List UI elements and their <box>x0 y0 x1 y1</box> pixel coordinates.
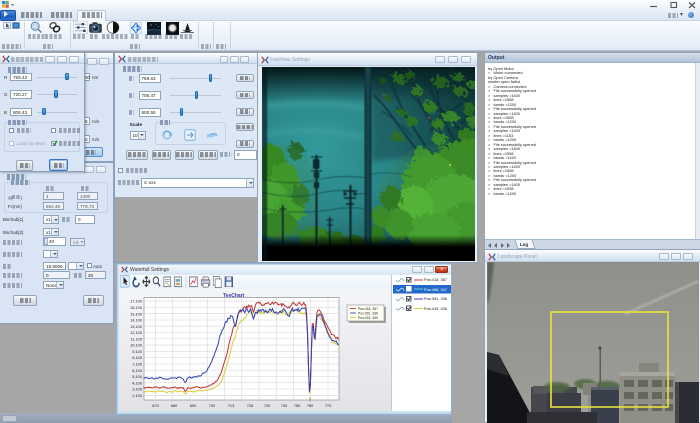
svg-text:16,100: 16,100 <box>130 305 143 310</box>
svg-text:750: 750 <box>294 403 301 408</box>
svg-text:4,100: 4,100 <box>132 380 143 385</box>
svg-text:690: 690 <box>190 403 197 408</box>
svg-text:700: 700 <box>209 403 216 408</box>
svg-text:680: 680 <box>171 403 178 408</box>
svg-text:17,100: 17,100 <box>130 299 143 304</box>
svg-text:770: 770 <box>325 403 332 408</box>
svg-text:730: 730 <box>264 403 271 408</box>
svg-text:14,100: 14,100 <box>130 318 143 323</box>
svg-text:13,100: 13,100 <box>130 324 143 329</box>
svg-text:2,100: 2,100 <box>132 393 143 398</box>
svg-text:8,100: 8,100 <box>132 355 143 360</box>
svg-text:713: 713 <box>228 403 235 408</box>
svg-text:3,100: 3,100 <box>132 387 143 392</box>
svg-text:12,100: 12,100 <box>130 330 143 335</box>
svg-text:728: 728 <box>247 403 254 408</box>
svg-text:Pos:418, 357: Pos:418, 357 <box>358 307 378 311</box>
svg-text:Pos:391, 336: Pos:391, 336 <box>358 312 378 316</box>
svg-text:15,100: 15,100 <box>130 311 143 316</box>
svg-text:5,100: 5,100 <box>132 374 143 379</box>
svg-text:760: 760 <box>307 403 314 408</box>
svg-text:7,100: 7,100 <box>132 362 143 367</box>
svg-text:740: 740 <box>281 403 288 408</box>
svg-text:10,100: 10,100 <box>130 343 143 348</box>
svg-text:6,100: 6,100 <box>132 368 143 373</box>
svg-text:Pos:415, 400: Pos:415, 400 <box>358 316 378 320</box>
svg-text:670: 670 <box>152 403 159 408</box>
svg-text:9,100: 9,100 <box>132 349 143 354</box>
svg-text:11,100: 11,100 <box>130 336 142 341</box>
